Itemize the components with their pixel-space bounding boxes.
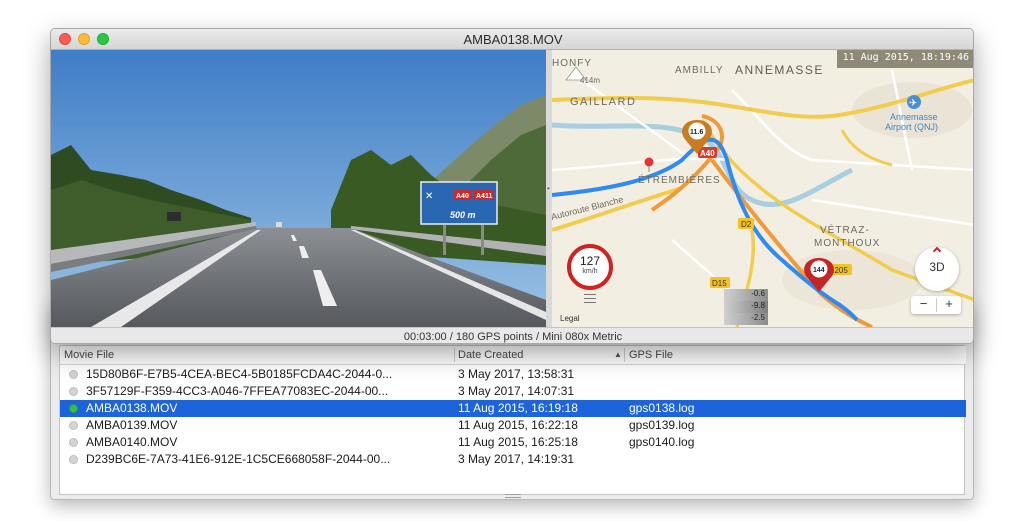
location-pin-icon <box>644 157 654 167</box>
window-title: AMBA0138.MOV <box>463 32 563 47</box>
timestamp-overlay: 11 Aug 2015, 18:19:46 <box>836 50 973 68</box>
movie-file-cell: AMBA0139.MOV <box>86 418 178 432</box>
column-header-gps-file[interactable]: GPS File <box>629 349 673 361</box>
sign-exit-icon: ✕ <box>425 191 433 202</box>
movie-file-cell: AMBA0138.MOV <box>86 401 178 415</box>
svg-text:✈: ✈ <box>909 98 917 109</box>
legal-link[interactable]: Legal <box>560 314 580 323</box>
3d-toggle-button[interactable]: 3D <box>915 246 959 291</box>
zoom-out-button[interactable]: − <box>911 296 936 311</box>
zoom-controls: − + <box>911 296 961 314</box>
map-label-annemasse: ANNEMASSE <box>735 63 824 77</box>
date-created-cell: 11 Aug 2015, 16:22:18 <box>458 418 578 432</box>
map-label-honfy: HONFY <box>552 58 592 69</box>
column-divider[interactable] <box>624 348 625 362</box>
date-created-cell: 3 May 2017, 13:58:31 <box>458 367 575 381</box>
movie-file-cell: 3F57129F-F359-4CC3-A046-7FFEA77083EC-204… <box>86 384 389 398</box>
table-row[interactable]: 3F57129F-F359-4CC3-A046-7FFEA77083EC-204… <box>60 383 966 400</box>
map-label-elevation: 414m <box>580 76 600 85</box>
map-label-monthoux: MONTHOUX <box>814 238 880 249</box>
dashcam-video-image: ✕ A40 A411 500 m <box>51 50 546 327</box>
table-row-selected[interactable]: AMBA0138.MOV 11 Aug 2015, 16:19:18 gps01… <box>60 400 966 417</box>
video-frame[interactable]: ✕ A40 A411 500 m <box>51 50 546 327</box>
date-created-cell: 11 Aug 2015, 16:25:18 <box>458 435 578 449</box>
map-label-etrembieres: ÉTREMBIÈRES <box>638 173 721 186</box>
road-shield-a40: A40 <box>700 149 715 158</box>
resize-grip-icon[interactable] <box>505 494 521 498</box>
column-divider[interactable] <box>454 348 455 362</box>
accel-x-value: -0.6 <box>724 289 768 301</box>
status-dot-icon <box>69 438 78 447</box>
column-header-movie-file[interactable]: Movie File <box>64 349 114 361</box>
speed-value: 127 <box>579 254 601 268</box>
table-row[interactable]: 15D80B6F-E7B5-4CEA-BEC4-5B0185FCDA4C-204… <box>60 366 966 383</box>
map-label-airport-line2: Airport (QNJ) <box>885 122 938 132</box>
menu-lines-icon[interactable] <box>584 294 596 303</box>
status-dot-icon <box>69 370 78 379</box>
date-created-cell: 3 May 2017, 14:07:31 <box>458 384 575 398</box>
table-row[interactable]: D239BC6E-7A73-41E6-912E-1C5CE668058F-204… <box>60 451 966 468</box>
movie-file-cell: D239BC6E-7A73-41E6-912E-1C5CE668058F-204… <box>86 452 391 466</box>
date-created-cell: 3 May 2017, 14:19:31 <box>458 452 575 466</box>
map-canvas: HONFY AMBILLY ANNEMASSE GAILLARD Annemas… <box>552 50 973 327</box>
map-label-airport-line1: Annemasse <box>890 112 938 122</box>
title-bar[interactable]: AMBA0138.MOV <box>51 29 973 50</box>
movie-file-cell: AMBA0140.MOV <box>86 435 178 449</box>
map-label-vetraz: VÉTRAZ- <box>820 223 870 236</box>
table-header: Movie File Date Created ▲ GPS File <box>60 346 966 365</box>
3d-label: 3D <box>929 260 945 274</box>
table-row[interactable]: AMBA0139.MOV 11 Aug 2015, 16:22:18 gps01… <box>60 417 966 434</box>
movie-file-cell: 15D80B6F-E7B5-4CEA-BEC4-5B0185FCDA4C-204… <box>86 367 393 381</box>
speedometer: 127 km/h <box>567 244 613 290</box>
sort-ascending-icon: ▲ <box>614 350 622 359</box>
gps-file-cell: gps0140.log <box>629 435 695 449</box>
sign-label-a40: A40 <box>456 193 469 200</box>
status-text: 00:03:00 / 180 GPS points / Mini 080x Me… <box>403 331 623 343</box>
file-table[interactable]: Movie File Date Created ▲ GPS File 15D80… <box>59 345 966 495</box>
column-header-date-created[interactable]: Date Created <box>458 349 523 361</box>
status-bar: 00:03:00 / 180 GPS points / Mini 080x Me… <box>51 327 973 343</box>
map-label-ambilly: AMBILLY <box>675 65 724 76</box>
gps-file-cell: gps0138.log <box>629 401 695 415</box>
accelerometer-panel: -0.6 -9.8 -2.5 <box>724 289 768 325</box>
zoom-in-button[interactable]: + <box>937 296 961 311</box>
status-dot-icon <box>69 404 78 413</box>
date-created-cell: 11 Aug 2015, 16:19:18 <box>458 401 578 415</box>
status-dot-icon <box>69 387 78 396</box>
road-shield-d2: D2 <box>741 220 752 229</box>
divider-handle-icon: • <box>547 184 550 193</box>
start-marker-value: 11.6 <box>690 129 703 136</box>
status-dot-icon <box>69 455 78 464</box>
timestamp-text: 11 Aug 2015, 18:19:46 <box>842 52 969 63</box>
sign-distance: 500 m <box>450 210 476 220</box>
map-label-gaillard: GAILLARD <box>570 96 636 108</box>
table-row[interactable]: AMBA0140.MOV 11 Aug 2015, 16:25:18 gps01… <box>60 434 966 451</box>
gps-file-cell: gps0139.log <box>629 418 695 432</box>
accel-z-value: -2.5 <box>724 313 768 325</box>
speed-unit: km/h <box>582 268 598 275</box>
player-window: AMBA0138.MOV ✕ A40 A411 500 m • HONFY AM… <box>50 28 974 344</box>
map-view[interactable]: HONFY AMBILLY ANNEMASSE GAILLARD Annemas… <box>552 50 973 327</box>
accel-y-value: -9.8 <box>724 301 768 313</box>
road-shield-d15: D15 <box>712 279 727 288</box>
compass-north-icon <box>932 246 942 256</box>
status-dot-icon <box>69 421 78 430</box>
sign-label-a411: A411 <box>476 193 492 200</box>
table-body: 15D80B6F-E7B5-4CEA-BEC4-5B0185FCDA4C-204… <box>60 366 966 468</box>
current-marker-value: 144 <box>813 267 825 274</box>
